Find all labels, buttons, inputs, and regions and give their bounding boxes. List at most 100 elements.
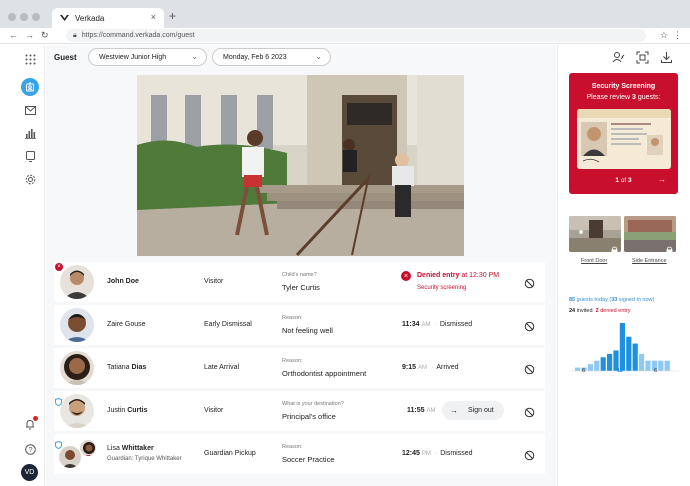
- chart-bar: [664, 360, 670, 371]
- sign-out-label: Sign out: [468, 407, 494, 414]
- site-select[interactable]: Westview Junior High ⌄: [88, 48, 207, 66]
- page-title: Guest: [54, 53, 77, 62]
- forward-icon[interactable]: →: [25, 30, 34, 40]
- reload-icon[interactable]: ↻: [41, 30, 49, 41]
- guest-type: Visitor: [204, 407, 224, 414]
- chart-bar: [600, 357, 606, 371]
- arrow-right-icon: →: [450, 406, 458, 415]
- chart-bar: [658, 360, 664, 371]
- window-minimize-button[interactable]: [20, 13, 28, 21]
- device-icon[interactable]: [21, 147, 39, 165]
- download-icon[interactable]: [660, 51, 673, 64]
- no-id-icon[interactable]: [524, 362, 535, 375]
- main-content: Guest Westview Junior High ⌄ Monday, Feb…: [46, 45, 556, 486]
- window-close-button[interactable]: [8, 13, 16, 21]
- chart-tick-label: 6: [654, 368, 658, 374]
- date-select-value: Monday, Feb 6 2023: [223, 53, 287, 61]
- guests-today-stat: 85 guests today (33 signed in now): [569, 297, 655, 303]
- chart-bar: [632, 343, 638, 371]
- chart-tick-label: 6: [582, 368, 586, 374]
- question-answer: Principal's office: [282, 412, 336, 421]
- avatar: [60, 351, 94, 385]
- table-row[interactable]: Zaire Gouse Early Dismissal Reason: Not …: [54, 305, 545, 345]
- chart-tick-label: 12: [617, 368, 624, 374]
- guest-name: Justin Curtis: [107, 407, 148, 414]
- lock-icon: 🔒︎: [73, 31, 77, 39]
- settings-gear-icon[interactable]: [21, 170, 39, 188]
- lock-icon: [666, 241, 673, 252]
- mail-icon[interactable]: [21, 101, 39, 119]
- back-icon[interactable]: ←: [9, 30, 18, 40]
- guest-histogram-chart: [569, 323, 679, 372]
- status-cell: 11:55 AM: [407, 407, 436, 414]
- left-nav-rail: ? VD: [15, 45, 45, 486]
- no-id-icon[interactable]: [524, 276, 535, 289]
- chevron-down-icon: ⌄: [315, 52, 322, 61]
- question-label: What is your destination?: [282, 401, 344, 407]
- table-row[interactable]: Lisa Whittaker Guardian: Tyrique Whittak…: [54, 434, 545, 474]
- guest-name: Zaire Gouse: [107, 321, 146, 328]
- denied-status: Denied entry at 12:30 PM: [417, 272, 500, 279]
- address-bar: ← → ↻ 🔒︎ https://command.verkada.com/gue…: [0, 28, 690, 44]
- guest-name: Lisa Whittaker: [107, 445, 154, 452]
- url-field[interactable]: 🔒︎ https://command.verkada.com/guest: [66, 29, 646, 42]
- shield-badge-icon: [55, 436, 62, 450]
- security-screening-card[interactable]: Security Screening Please review 3 guest…: [569, 73, 678, 194]
- chart-bar: [594, 360, 600, 371]
- camera-thumbnail-side-entrance[interactable]: [624, 216, 676, 252]
- window-maximize-button[interactable]: [32, 13, 40, 21]
- analytics-icon[interactable]: [21, 124, 39, 142]
- notification-bell-icon[interactable]: [21, 415, 39, 433]
- chart-bar: [626, 336, 632, 371]
- date-select[interactable]: Monday, Feb 6 2023 ⌄: [212, 48, 331, 66]
- denied-badge-icon: ×: [55, 263, 63, 271]
- table-row[interactable]: Justin Curtis Visitor What is your desti…: [54, 391, 545, 431]
- site-select-value: Westview Junior High: [99, 53, 167, 61]
- user-avatar[interactable]: VD: [21, 464, 38, 481]
- avatar: [60, 394, 94, 428]
- chart-bar: [587, 364, 593, 371]
- screening-subtitle: Please review 3 guests:: [586, 94, 661, 101]
- bookmark-star-icon[interactable]: ☆: [660, 30, 668, 41]
- shield-badge-icon: [55, 393, 62, 407]
- chart-bar: [619, 323, 625, 371]
- question-answer: Not feeling well: [282, 326, 333, 335]
- lock-icon: [611, 241, 618, 252]
- no-id-icon[interactable]: [524, 405, 535, 418]
- drivers-license-image[interactable]: [577, 109, 671, 169]
- svg-text:?: ?: [28, 447, 32, 454]
- sign-out-button[interactable]: → Sign out: [442, 401, 504, 420]
- camera-thumbnail-front-door[interactable]: [569, 216, 621, 252]
- guest-type: Early Dismissal: [204, 321, 252, 328]
- table-row[interactable]: × John Doe Visitor Child's name? Tyler C…: [54, 262, 545, 302]
- avatar: [60, 308, 94, 342]
- top-bar: Guest Westview Junior High ⌄ Monday, Feb…: [46, 45, 556, 71]
- camera-feed-image[interactable]: [137, 75, 464, 256]
- question-answer: Orthodontist appointment: [282, 369, 367, 378]
- apps-grid-icon[interactable]: [21, 50, 39, 68]
- no-id-icon[interactable]: [524, 319, 535, 332]
- browser-window: Verkada × + ← → ↻ 🔒︎ https://command.ver…: [0, 0, 690, 486]
- denied-reason: Security screening: [417, 285, 467, 291]
- browser-tab[interactable]: Verkada ×: [52, 8, 164, 28]
- question-label: Child's name?: [282, 272, 317, 278]
- verkada-logo-icon: [60, 13, 70, 23]
- chevron-down-icon: ⌄: [191, 52, 198, 61]
- scan-id-icon[interactable]: [636, 51, 649, 64]
- table-row[interactable]: Tatiana Dias Late Arrival Reason: Orthod…: [54, 348, 545, 388]
- chart-bar: [575, 367, 581, 371]
- add-guest-icon[interactable]: [612, 51, 625, 64]
- guest-icon[interactable]: [21, 78, 39, 96]
- no-id-icon[interactable]: [524, 448, 535, 461]
- denied-x-icon: ×: [401, 271, 411, 281]
- new-tab-button[interactable]: +: [169, 9, 176, 23]
- tab-close-icon[interactable]: ×: [151, 12, 156, 22]
- arrow-right-icon[interactable]: →: [658, 175, 666, 184]
- guest-type: Late Arrival: [204, 364, 240, 371]
- camera-label-side-entrance[interactable]: Side Entrance: [632, 258, 667, 264]
- status-cell: 9:15 AM · Arrived: [402, 364, 459, 371]
- browser-menu-icon[interactable]: ⋮: [673, 30, 682, 41]
- question-label: Reason:: [282, 315, 303, 321]
- help-icon[interactable]: ?: [21, 440, 39, 458]
- camera-label-front-door[interactable]: Front Door: [581, 258, 607, 264]
